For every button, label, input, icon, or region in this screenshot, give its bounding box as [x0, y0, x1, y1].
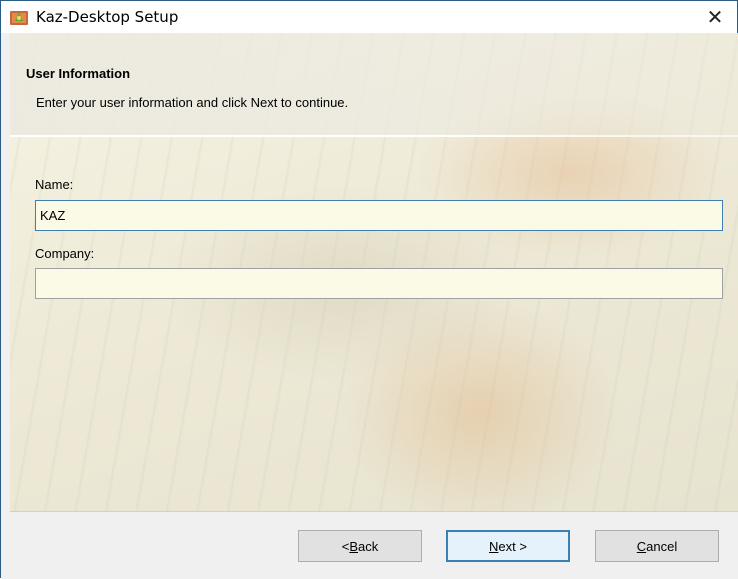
back-button-prefix: < [341, 538, 350, 554]
cancel-button-accel: C [636, 538, 647, 554]
next-button-rest: ext > [498, 538, 527, 554]
left-border-strip [1, 33, 10, 579]
cancel-button-rest: ancel [646, 538, 678, 554]
company-input[interactable] [35, 268, 723, 299]
cancel-button[interactable]: Cancel [595, 530, 719, 562]
name-input[interactable] [35, 200, 723, 231]
company-label: Company: [35, 246, 95, 261]
page-title: User Information [26, 66, 131, 81]
wizard-content: User Information Enter your user informa… [10, 33, 738, 511]
setup-window: Kaz-Desktop Setup ✕ User Information Ent… [0, 0, 738, 579]
back-button-rest: ack [358, 538, 379, 554]
back-button[interactable]: < Back [298, 530, 422, 562]
back-button-accel: B [349, 538, 359, 554]
title-bar: Kaz-Desktop Setup ✕ [1, 1, 737, 33]
page-description: Enter your user information and click Ne… [36, 95, 349, 110]
installer-app-icon [10, 11, 28, 25]
name-label: Name: [35, 177, 74, 192]
header-divider [10, 135, 738, 137]
wizard-header [10, 33, 738, 135]
window-title: Kaz-Desktop Setup [36, 8, 179, 26]
wizard-footer: < Back Next > Cancel [10, 511, 738, 579]
close-icon[interactable]: ✕ [693, 1, 737, 33]
next-button-accel: N [489, 538, 499, 554]
next-button[interactable]: Next > [446, 530, 570, 562]
